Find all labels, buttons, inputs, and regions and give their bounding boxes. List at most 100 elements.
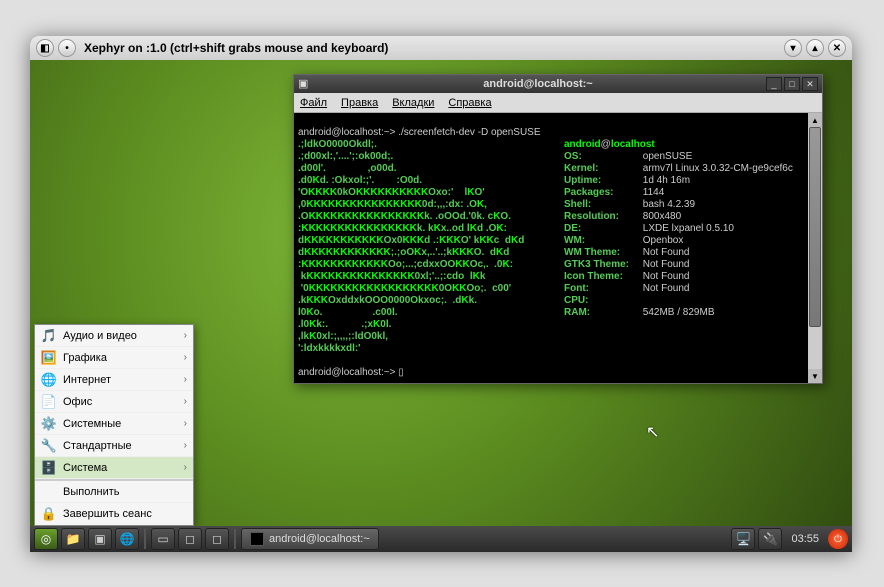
- info-label: Icon Theme:: [564, 271, 640, 283]
- terminal-close-button[interactable]: ✕: [802, 77, 818, 91]
- info-value: bash 4.2.39: [640, 199, 695, 211]
- info-row: RAM: 542MB / 829MB: [564, 307, 793, 319]
- info-row: CPU:: [564, 295, 793, 307]
- terminal-minimize-button[interactable]: _: [766, 77, 782, 91]
- chevron-right-icon: ›: [184, 330, 187, 341]
- menu-label: Система: [63, 462, 107, 474]
- taskbar-browser-icon[interactable]: 🌐: [115, 528, 139, 550]
- info-row: Uptime: 1d 4h 16m: [564, 175, 793, 187]
- terminal-maximize-button[interactable]: □: [784, 77, 800, 91]
- taskbar-power-button[interactable]: ⏻: [828, 529, 848, 549]
- taskbar-clock[interactable]: 03:55: [785, 533, 825, 545]
- close-button[interactable]: ✕: [828, 39, 846, 57]
- taskbar-desktop1-icon[interactable]: ◻: [178, 528, 202, 550]
- menu-edit[interactable]: Правка: [341, 97, 378, 109]
- startmenu-item[interactable]: 🎵 Аудио и видео ›: [35, 325, 193, 347]
- chevron-right-icon: ›: [184, 352, 187, 363]
- startmenu-item[interactable]: Выполнить: [35, 481, 193, 503]
- taskbar: ◎ 📁 ▣ 🌐 ▭ ◻ ◻ android@localhost:~ 🖥️ 🔌 0…: [30, 526, 852, 552]
- info-label: WM Theme:: [564, 247, 640, 259]
- info-row: Resolution: 800x480: [564, 211, 793, 223]
- startmenu-item[interactable]: 🔧Стандартные›: [35, 435, 193, 457]
- terminal-titlebar[interactable]: ▣ android@localhost:~ _ □ ✕: [294, 75, 822, 93]
- startmenu-item[interactable]: ⚙️ Системные ›: [35, 413, 193, 435]
- outer-titlebar[interactable]: ◧ • Xephyr on :1.0 (ctrl+shift grabs mou…: [30, 36, 852, 60]
- menu-icon: [41, 484, 57, 500]
- minimize-button[interactable]: ▾: [784, 39, 802, 57]
- menu-label: Системные: [63, 418, 121, 430]
- taskbar-separator: [144, 529, 146, 549]
- info-row: GTK3 Theme: Not Found: [564, 259, 793, 271]
- info-label: RAM:: [564, 307, 640, 319]
- info-label: Font:: [564, 283, 640, 295]
- maximize-button[interactable]: ▴: [806, 39, 824, 57]
- menu-label: Выполнить: [63, 486, 119, 498]
- terminal-scrollbar[interactable]: ▲ ▼: [808, 113, 822, 383]
- window-menu-icon[interactable]: ◧: [36, 39, 54, 57]
- chevron-right-icon: ›: [184, 374, 187, 385]
- info-row: OS: openSUSE: [564, 151, 793, 163]
- info-value: [640, 295, 643, 307]
- chevron-right-icon: ›: [184, 396, 187, 407]
- info-label: Uptime:: [564, 175, 640, 187]
- mouse-cursor-icon: ↖: [646, 422, 659, 442]
- info-value: 542MB / 829MB: [640, 307, 714, 319]
- taskbar-separator: [234, 529, 236, 549]
- startmenu-item[interactable]: 🗄️ Система ›: [35, 457, 193, 479]
- info-row: WM Theme: Not Found: [564, 247, 793, 259]
- info-value: Not Found: [640, 247, 689, 259]
- task-terminal-icon: [250, 532, 264, 546]
- menu-label: Аудио и видео: [63, 330, 137, 342]
- taskbar-desktop2-icon[interactable]: ◻: [205, 528, 229, 550]
- info-label: Resolution:: [564, 211, 640, 223]
- start-button[interactable]: ◎: [34, 528, 58, 550]
- scroll-down-icon[interactable]: ▼: [808, 369, 822, 383]
- menu-icon: 🎵: [41, 328, 57, 344]
- info-value: 800x480: [640, 211, 681, 223]
- info-row: Packages: 1144: [564, 187, 793, 199]
- startmenu-item[interactable]: 🔒 Завершить сеанс: [35, 503, 193, 525]
- chevron-right-icon: ›: [184, 418, 187, 429]
- scroll-thumb[interactable]: [809, 127, 821, 327]
- menu-icon: 🔧: [41, 438, 57, 454]
- scroll-up-icon[interactable]: ▲: [808, 113, 822, 127]
- info-value: 1d 4h 16m: [640, 175, 690, 187]
- startmenu-item[interactable]: 📄Офис›: [35, 391, 193, 413]
- taskbar-terminal-icon[interactable]: ▣: [88, 528, 112, 550]
- menu-icon: 🔒: [41, 506, 57, 522]
- info-value: Not Found: [640, 259, 689, 271]
- menu-tabs[interactable]: Вкладки: [392, 97, 434, 109]
- menu-icon: ⚙️: [41, 416, 57, 432]
- info-label: WM:: [564, 235, 640, 247]
- terminal-body[interactable]: android@localhost:~> ./screenfetch-dev -…: [294, 113, 822, 383]
- pin-icon[interactable]: •: [58, 39, 76, 57]
- menu-label: Завершить сеанс: [63, 508, 152, 520]
- chevron-right-icon: ›: [184, 462, 187, 473]
- taskbar-filemanager-icon[interactable]: 📁: [61, 528, 85, 550]
- menu-help[interactable]: Справка: [448, 97, 491, 109]
- terminal-menubar: Файл Правка Вкладки Справка: [294, 93, 822, 113]
- menu-label: Стандартные: [63, 440, 132, 452]
- menu-file[interactable]: Файл: [300, 97, 327, 109]
- info-row: Kernel: armv7l Linux 3.0.32-CM-ge9cef6c: [564, 163, 793, 175]
- cursor-block: ▯: [398, 367, 404, 378]
- tray-plug-icon[interactable]: 🔌: [758, 528, 782, 550]
- desktop[interactable]: ▣ android@localhost:~ _ □ ✕ Файл Правка …: [30, 60, 852, 552]
- prompt-line-1: android@localhost:~> ./screenfetch-dev -…: [298, 127, 541, 138]
- terminal-window: ▣ android@localhost:~ _ □ ✕ Файл Правка …: [293, 74, 823, 384]
- startmenu-item[interactable]: 🖼️ Графика ›: [35, 347, 193, 369]
- task-label: android@localhost:~: [269, 533, 370, 545]
- menu-icon: 🖼️: [41, 350, 57, 366]
- taskbar-minimize-all-icon[interactable]: ▭: [151, 528, 175, 550]
- terminal-icon: ▣: [298, 77, 312, 91]
- menu-icon: 🗄️: [41, 460, 57, 476]
- tray-display-icon[interactable]: 🖥️: [731, 528, 755, 550]
- terminal-title: android@localhost:~: [312, 78, 764, 90]
- menu-icon: 📄: [41, 394, 57, 410]
- menu-label: Графика: [63, 352, 107, 364]
- info-label: Kernel:: [564, 163, 640, 175]
- info-row: DE: LXDE lxpanel 0.5.10: [564, 223, 793, 235]
- taskbar-task-terminal[interactable]: android@localhost:~: [241, 528, 379, 550]
- startmenu-item[interactable]: 🌐Интернет›: [35, 369, 193, 391]
- screenfetch-info: android@localhostOS: openSUSEKernel: arm…: [564, 139, 793, 319]
